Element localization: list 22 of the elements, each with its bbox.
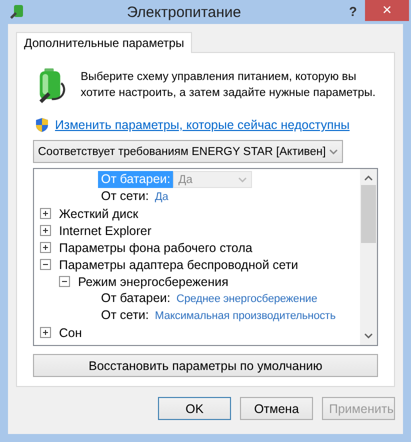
plan-dropdown[interactable]: Соответствует требованиям ENERGY STAR [Активен] [33, 140, 343, 163]
setting-value-link[interactable]: Да [154, 190, 168, 202]
setting-label[interactable]: От сети: [98, 307, 152, 324]
dialog-button[interactable]: OK [158, 397, 231, 420]
close-button[interactable]: × [365, 0, 409, 21]
tree-item[interactable]: Параметры фона рабочего стола [59, 240, 252, 254]
setting-value-link[interactable]: Среднее энергосбережение [176, 292, 318, 304]
help-button[interactable]: ? [341, 1, 365, 21]
setting-value-link[interactable]: Максимальная производительность [154, 310, 336, 322]
setting-label[interactable]: От батареи: [98, 290, 174, 307]
restore-defaults-button[interactable]: Восстановить параметры по умолчанию [33, 354, 378, 377]
tab[interactable]: Дополнительные параметры [16, 32, 192, 53]
tree-item[interactable]: Сон [59, 326, 82, 340]
window-title: Электропитание [126, 3, 242, 23]
change-settings-link[interactable]: Изменить параметры, которые сейчас недоступны [55, 118, 350, 132]
dialog-button[interactable]: Отмена [240, 397, 313, 420]
tree-item[interactable]: Internet Explorer [59, 224, 152, 238]
setting-label[interactable]: От сети: [98, 188, 152, 205]
instructions-text: Выберите схему управления питанием, которую вы хотите настроить, а затем задайте нужные параметры. [80, 70, 377, 101]
tree-item[interactable]: Режим энергосбережения [78, 274, 228, 288]
tree-item[interactable]: Жесткий диск [59, 206, 138, 220]
tree-item[interactable]: Параметры адаптера беспроводной сети [59, 258, 298, 272]
